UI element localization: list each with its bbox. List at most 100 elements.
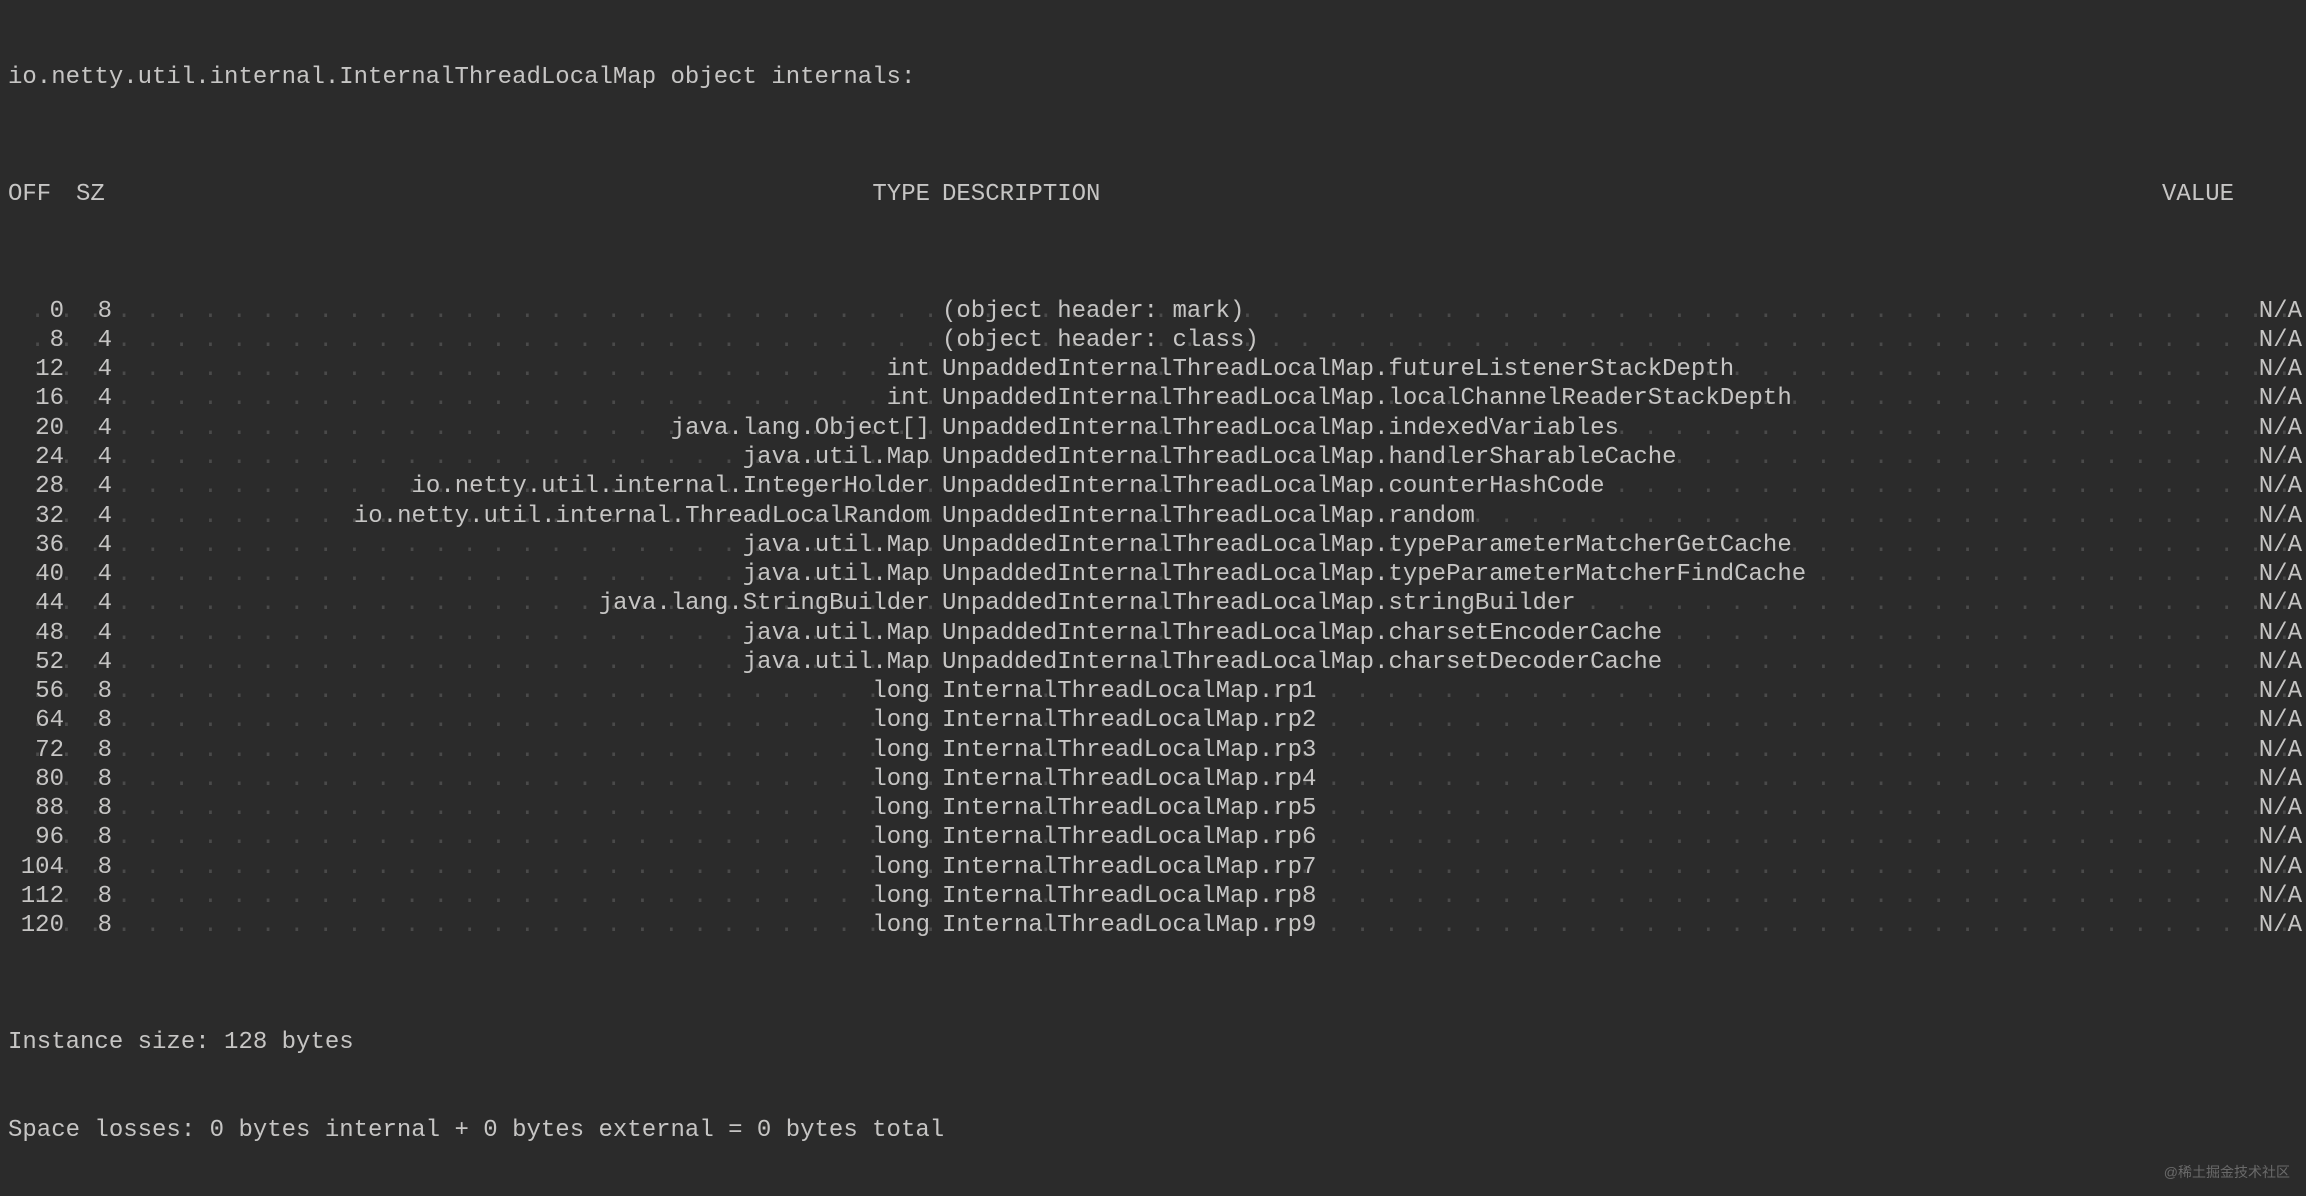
cell-off: 16 xyxy=(8,384,64,413)
table-row: . . . . . . . . . . . . . . . . . . . . … xyxy=(8,823,2296,852)
table-row: . . . . . . . . . . . . . . . . . . . . … xyxy=(8,589,2296,618)
cell-desc: UnpaddedInternalThreadLocalMap.random xyxy=(942,502,2162,531)
cell-type: java.lang.StringBuilder xyxy=(112,589,930,618)
cell-desc: (object header: class) xyxy=(942,326,2162,355)
cell-val: N/A xyxy=(2162,355,2302,384)
cell-type: long xyxy=(112,882,930,911)
cell-desc: UnpaddedInternalThreadLocalMap.charsetEn… xyxy=(942,619,2162,648)
cell-type: long xyxy=(112,677,930,706)
table-row: . . . . . . . . . . . . . . . . . . . . … xyxy=(8,882,2296,911)
cell-type: io.netty.util.internal.IntegerHolder xyxy=(112,472,930,501)
cell-off: 8 xyxy=(8,326,64,355)
cell-desc: UnpaddedInternalThreadLocalMap.localChan… xyxy=(942,384,2162,413)
cell-sz: 4 xyxy=(64,355,112,384)
cell-sz: 8 xyxy=(64,297,112,326)
cell-desc: UnpaddedInternalThreadLocalMap.counterHa… xyxy=(942,472,2162,501)
cell-type: java.util.Map xyxy=(112,443,930,472)
table-row: . . . . . . . . . . . . . . . . . . . . … xyxy=(8,911,2296,940)
cell-off: 88 xyxy=(8,794,64,823)
cell-val: N/A xyxy=(2162,297,2302,326)
watermark: @稀土掘金技术社区 xyxy=(2164,1164,2290,1181)
cell-val: N/A xyxy=(2162,502,2302,531)
cell-val: N/A xyxy=(2162,414,2302,443)
cell-val: N/A xyxy=(2162,736,2302,765)
table-row: . . . . . . . . . . . . . . . . . . . . … xyxy=(8,443,2296,472)
cell-sz: 4 xyxy=(64,619,112,648)
cell-off: 72 xyxy=(8,736,64,765)
cell-type xyxy=(112,326,930,355)
cell-sz: 4 xyxy=(64,589,112,618)
cell-off: 104 xyxy=(8,853,64,882)
cell-sz: 8 xyxy=(64,794,112,823)
col-val-header: VALUE xyxy=(2162,180,2302,209)
cell-type: java.util.Map xyxy=(112,648,930,677)
cell-sz: 8 xyxy=(64,677,112,706)
col-sz-header: SZ xyxy=(64,180,112,209)
cell-off: 20 xyxy=(8,414,64,443)
table-row: . . . . . . . . . . . . . . . . . . . . … xyxy=(8,765,2296,794)
cell-desc: InternalThreadLocalMap.rp9 xyxy=(942,911,2162,940)
cell-desc: InternalThreadLocalMap.rp4 xyxy=(942,765,2162,794)
title-line: io.netty.util.internal.InternalThreadLoc… xyxy=(8,63,2296,92)
cell-val: N/A xyxy=(2162,706,2302,735)
table-row: . . . . . . . . . . . . . . . . . . . . … xyxy=(8,355,2296,384)
cell-val: N/A xyxy=(2162,794,2302,823)
table-body: . . . . . . . . . . . . . . . . . . . . … xyxy=(8,297,2296,941)
cell-off: 64 xyxy=(8,706,64,735)
cell-sz: 8 xyxy=(64,853,112,882)
cell-off: 112 xyxy=(8,882,64,911)
terminal-output: io.netty.util.internal.InternalThreadLoc… xyxy=(0,0,2306,1196)
cell-type: long xyxy=(112,794,930,823)
cell-type: java.util.Map xyxy=(112,560,930,589)
table-row: . . . . . . . . . . . . . . . . . . . . … xyxy=(8,560,2296,589)
cell-desc: InternalThreadLocalMap.rp6 xyxy=(942,823,2162,852)
cell-desc: UnpaddedInternalThreadLocalMap.stringBui… xyxy=(942,589,2162,618)
cell-val: N/A xyxy=(2162,326,2302,355)
cell-off: 36 xyxy=(8,531,64,560)
cell-off: 80 xyxy=(8,765,64,794)
cell-off: 32 xyxy=(8,502,64,531)
cell-desc: InternalThreadLocalMap.rp8 xyxy=(942,882,2162,911)
cell-sz: 8 xyxy=(64,765,112,794)
table-header-row: OFF SZ TYPE DESCRIPTION VALUE xyxy=(8,180,2296,209)
table-row: . . . . . . . . . . . . . . . . . . . . … xyxy=(8,502,2296,531)
cell-off: 40 xyxy=(8,560,64,589)
cell-desc: UnpaddedInternalThreadLocalMap.futureLis… xyxy=(942,355,2162,384)
cell-desc: InternalThreadLocalMap.rp5 xyxy=(942,794,2162,823)
cell-val: N/A xyxy=(2162,882,2302,911)
cell-desc: InternalThreadLocalMap.rp7 xyxy=(942,853,2162,882)
cell-type: long xyxy=(112,853,930,882)
table-row: . . . . . . . . . . . . . . . . . . . . … xyxy=(8,706,2296,735)
table-row: . . . . . . . . . . . . . . . . . . . . … xyxy=(8,677,2296,706)
cell-val: N/A xyxy=(2162,560,2302,589)
cell-sz: 4 xyxy=(64,443,112,472)
cell-desc: InternalThreadLocalMap.rp1 xyxy=(942,677,2162,706)
cell-sz: 4 xyxy=(64,560,112,589)
cell-sz: 8 xyxy=(64,706,112,735)
table-row: . . . . . . . . . . . . . . . . . . . . … xyxy=(8,297,2296,326)
cell-sz: 4 xyxy=(64,414,112,443)
cell-type: java.lang.Object[] xyxy=(112,414,930,443)
cell-off: 24 xyxy=(8,443,64,472)
cell-type: long xyxy=(112,736,930,765)
cell-sz: 4 xyxy=(64,648,112,677)
table-row: . . . . . . . . . . . . . . . . . . . . … xyxy=(8,414,2296,443)
cell-off: 52 xyxy=(8,648,64,677)
cell-desc: (object header: mark) xyxy=(942,297,2162,326)
cell-val: N/A xyxy=(2162,765,2302,794)
cell-off: 0 xyxy=(8,297,64,326)
cell-desc: UnpaddedInternalThreadLocalMap.charsetDe… xyxy=(942,648,2162,677)
cell-type: java.util.Map xyxy=(112,619,930,648)
cell-off: 12 xyxy=(8,355,64,384)
cell-sz: 8 xyxy=(64,823,112,852)
table-row: . . . . . . . . . . . . . . . . . . . . … xyxy=(8,472,2296,501)
cell-desc: InternalThreadLocalMap.rp3 xyxy=(942,736,2162,765)
cell-sz: 4 xyxy=(64,384,112,413)
col-type-header: TYPE xyxy=(112,180,930,209)
cell-desc: UnpaddedInternalThreadLocalMap.indexedVa… xyxy=(942,414,2162,443)
cell-val: N/A xyxy=(2162,443,2302,472)
cell-val: N/A xyxy=(2162,589,2302,618)
cell-type: java.util.Map xyxy=(112,531,930,560)
cell-val: N/A xyxy=(2162,853,2302,882)
cell-off: 96 xyxy=(8,823,64,852)
